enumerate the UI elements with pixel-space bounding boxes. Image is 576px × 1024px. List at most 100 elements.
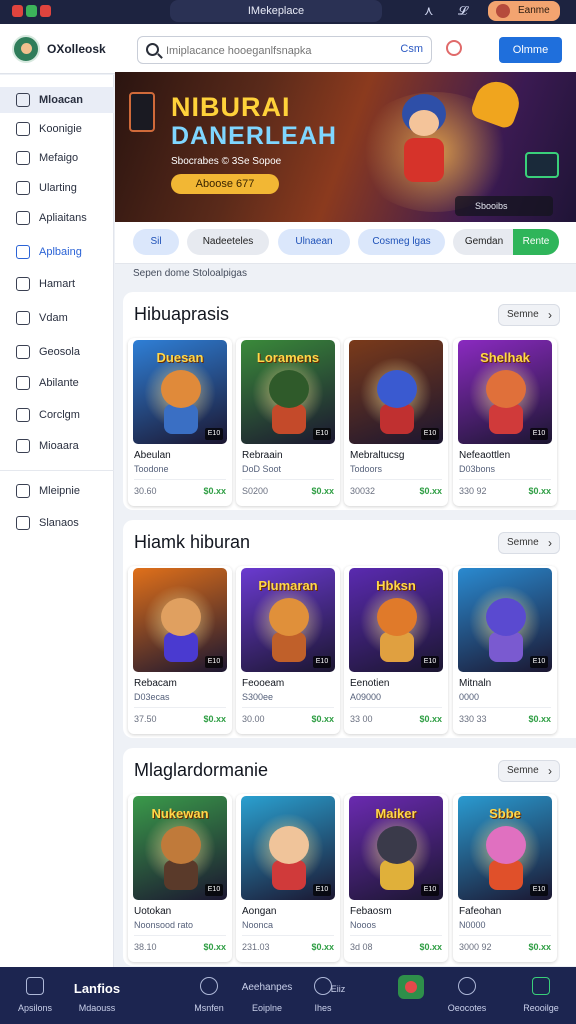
- game-thumbnail[interactable]: Loramens E10: [241, 340, 335, 444]
- see-more-button[interactable]: Semne ›: [498, 304, 560, 326]
- banner-controls[interactable]: Sbooibs: [455, 196, 553, 216]
- game-deal-price[interactable]: $0.xx: [419, 714, 442, 724]
- game-thumbnail[interactable]: Maiker E10: [349, 796, 443, 900]
- game-card[interactable]: Sbbe E10 Fafeohan N0000 3000 92 $0.xx: [453, 794, 557, 962]
- sidebar-item-11[interactable]: Mioaara: [0, 433, 114, 459]
- tablet-icon: [525, 152, 559, 178]
- game-art-title: Sbbe: [489, 806, 521, 821]
- game-card[interactable]: Plumaran E10 Feooeam S300ee 30.00 $0.xx: [236, 566, 340, 734]
- chip-5[interactable]: Rente: [513, 229, 559, 255]
- game-thumbnail[interactable]: E10: [349, 340, 443, 444]
- brand-name[interactable]: OXolleosk: [47, 42, 106, 56]
- chip-1[interactable]: Nadeeteles: [187, 229, 269, 255]
- search-input[interactable]: [166, 42, 386, 60]
- game-thumbnail[interactable]: Duesan E10: [133, 340, 227, 444]
- bottom-nav-item-0[interactable]: Apsilons: [0, 967, 70, 1024]
- translate-icon[interactable]: 𝓛: [458, 3, 467, 19]
- game-deal-price[interactable]: $0.xx: [203, 486, 226, 496]
- cart-icon: [532, 977, 550, 995]
- search-submit[interactable]: Csm: [400, 43, 423, 55]
- sidebar-item-13[interactable]: Slanaos: [0, 510, 114, 536]
- game-price: S0200: [242, 486, 269, 496]
- maximize-dot[interactable]: [40, 5, 51, 17]
- game-title: Uotokan: [134, 906, 172, 917]
- sidebar-item-label: Mefaigo: [39, 152, 79, 164]
- chip-0[interactable]: Sil: [133, 229, 179, 255]
- game-title: Feooeam: [242, 678, 285, 689]
- game-card[interactable]: Shelhak E10 Nefeaottlen D03bons 330 92 $0.xx: [453, 338, 557, 506]
- see-more-button[interactable]: Semne ›: [498, 532, 560, 554]
- sidebar-item-3[interactable]: Ularting: [0, 175, 114, 201]
- game-card[interactable]: E10 Mitnaln 0000 330 33 $0.xx: [453, 566, 557, 734]
- game-deal-price[interactable]: $0.xx: [311, 486, 334, 496]
- game-thumbnail[interactable]: E10: [133, 568, 227, 672]
- notification-icon[interactable]: [446, 40, 462, 56]
- game-deal-price[interactable]: $0.xx: [203, 942, 226, 952]
- game-card[interactable]: E10 Aongan Noonca 231.03 $0.xx: [236, 794, 340, 962]
- game-deal-price[interactable]: $0.xx: [528, 942, 551, 952]
- bottom-nav-item-7[interactable]: Reooilge: [506, 967, 576, 1024]
- bottom-nav-item-4[interactable]: Eiiz Ihes: [288, 967, 358, 1024]
- see-more-label: Semne: [507, 537, 539, 548]
- section-1: Hiamk hiburan Semne › E10 Rebacam D03ecas 37…: [123, 520, 576, 738]
- window-controls[interactable]: [12, 5, 51, 17]
- sidebar-item-6[interactable]: Hamart: [0, 271, 114, 297]
- game-card[interactable]: Hbksn E10 Eenotien A09000 33 00 $0.xx: [344, 566, 448, 734]
- game-card[interactable]: E10 Rebacam D03ecas 37.50 $0.xx: [128, 566, 232, 734]
- bottom-nav-item-1[interactable]: Lanfios Mdaouss: [62, 967, 132, 1024]
- chip-3[interactable]: Cosmeg lgas: [358, 229, 445, 255]
- see-more-button[interactable]: Semne ›: [498, 760, 560, 782]
- game-card[interactable]: Maiker E10 Febaosm Nooos 3d 08 $0.xx: [344, 794, 448, 962]
- sidebar-item-8[interactable]: Geosola: [0, 339, 114, 365]
- game-card[interactable]: Nukewan E10 Uotokan Noonsood rato 38.10 $0.xx: [128, 794, 232, 962]
- search-bar[interactable]: Csm: [137, 36, 432, 64]
- brand-logo-icon[interactable]: [12, 35, 40, 63]
- chip-2[interactable]: Ulnaean: [278, 229, 350, 255]
- sidebar-item-7[interactable]: Vdam: [0, 305, 114, 331]
- sidebar-item-10[interactable]: Corclgm: [0, 402, 114, 428]
- hero-character-image: [390, 94, 460, 184]
- section-title: Mlaglardormanie: [134, 760, 269, 780]
- game-thumbnail[interactable]: Nukewan E10: [133, 796, 227, 900]
- game-deal-price[interactable]: $0.xx: [203, 714, 226, 724]
- see-more-label: Semne: [507, 309, 539, 320]
- game-thumbnail[interactable]: Hbksn E10: [349, 568, 443, 672]
- hero-banner[interactable]: NIBURAI DANERLEAH Sbocrabes © 3Se Sopoe …: [115, 72, 576, 222]
- game-card[interactable]: E10 Mebraltucsg Todoors 30032 $0.xx: [344, 338, 448, 506]
- sidebar-item-5[interactable]: Aplbaing: [0, 239, 114, 265]
- character-head: [377, 370, 417, 408]
- header-action-button[interactable]: Olmme: [499, 37, 562, 63]
- game-deal-price[interactable]: $0.xx: [528, 486, 551, 496]
- character-head: [269, 370, 309, 408]
- game-card[interactable]: Loramens E10 Rebraain DoD Soot S0200 $0.xx: [236, 338, 340, 506]
- sidebar-item-1[interactable]: Koonigie: [0, 116, 114, 142]
- game-thumbnail[interactable]: Sbbe E10: [458, 796, 552, 900]
- game-thumbnail[interactable]: E10: [241, 796, 335, 900]
- sidebar-item-0[interactable]: Mloacan: [0, 87, 114, 113]
- game-deal-price[interactable]: $0.xx: [419, 942, 442, 952]
- game-thumbnail[interactable]: Shelhak E10: [458, 340, 552, 444]
- share-icon[interactable]: ⋏: [424, 3, 434, 19]
- sidebar-item-4[interactable]: Apliaitans: [0, 205, 114, 231]
- game-publisher: DoD Soot: [242, 464, 282, 474]
- game-thumbnail[interactable]: E10: [458, 568, 552, 672]
- close-dot[interactable]: [12, 5, 23, 17]
- bottom-nav-label: Mdaouss: [78, 1003, 116, 1013]
- banner-cta-button[interactable]: Aboose 677: [171, 174, 279, 194]
- game-deal-price[interactable]: $0.xx: [311, 942, 334, 952]
- bottom-nav-label: Apsilons: [17, 1003, 53, 1013]
- hero-face: [409, 110, 439, 136]
- minimize-dot[interactable]: [26, 5, 37, 17]
- game-deal-price[interactable]: $0.xx: [528, 714, 551, 724]
- chip-4[interactable]: Gemdan: [453, 229, 515, 255]
- card-divider: [459, 707, 551, 708]
- game-deal-price[interactable]: $0.xx: [311, 714, 334, 724]
- game-card[interactable]: Duesan E10 Abeulan Toodone 30.60 $0.xx: [128, 338, 232, 506]
- account-button[interactable]: Eanme: [488, 1, 560, 21]
- sidebar-item-9[interactable]: Abilante: [0, 370, 114, 396]
- sidebar-item-12[interactable]: Mleipnie: [0, 478, 114, 504]
- game-deal-price[interactable]: $0.xx: [419, 486, 442, 496]
- bottom-nav-item-6[interactable]: Oeocotes: [432, 967, 502, 1024]
- sidebar-item-2[interactable]: Mefaigo: [0, 145, 114, 171]
- game-thumbnail[interactable]: Plumaran E10: [241, 568, 335, 672]
